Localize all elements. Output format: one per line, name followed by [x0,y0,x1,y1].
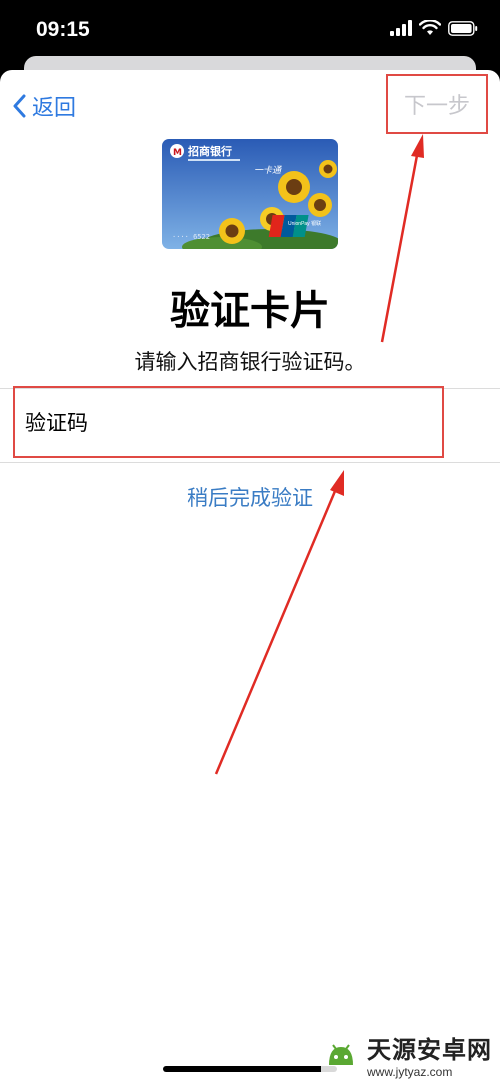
watermark-name: 天源安卓网 [367,1036,492,1064]
bank-logo: M [170,144,184,158]
card-number-tail: ···· 6522 [172,233,210,241]
android-logo-icon [329,1043,353,1065]
card-type: 一卡通 [254,165,282,176]
svg-text:M: M [173,148,182,158]
chevron-left-icon [13,94,26,118]
verification-code-label: 验证码 [25,411,88,435]
status-time: 09:15 [36,18,90,41]
watermark-url: www.jytyaz.com [367,1065,453,1079]
page-subtitle: 请输入招商银行验证码。 [134,350,366,374]
back-button-label: 返回 [32,96,77,121]
next-step-button[interactable]: 下一步 [386,74,488,134]
battery-icon [448,20,478,36]
card-bank-name: 招商银行 [188,144,232,158]
signal-icon [390,20,412,36]
divider [0,462,500,463]
next-step-label: 下一步 [403,94,470,119]
status-bar: 09:15 [0,0,500,62]
page-title: 验证卡片 [170,288,330,334]
bank-card-image: M 招商银行 一卡通 ···· 6522 UnionPay 银联 [162,139,338,249]
watermark: 天源安卓网 www.jytyaz.com [321,1030,492,1079]
verification-code-field[interactable]: 验证码 [13,386,444,458]
svg-text:UnionPay 银联: UnionPay 银联 [288,220,321,227]
status-icons [390,20,478,36]
verify-later-link[interactable]: 稍后完成验证 [0,482,500,512]
verify-card-sheet: 返回 下一步 M 招商银行 一卡通 ···· 6522 UnionPay 银联 … [0,70,500,1083]
back-button[interactable]: 返回 [12,90,76,122]
wifi-icon [419,20,441,35]
home-indicator [163,1066,337,1072]
